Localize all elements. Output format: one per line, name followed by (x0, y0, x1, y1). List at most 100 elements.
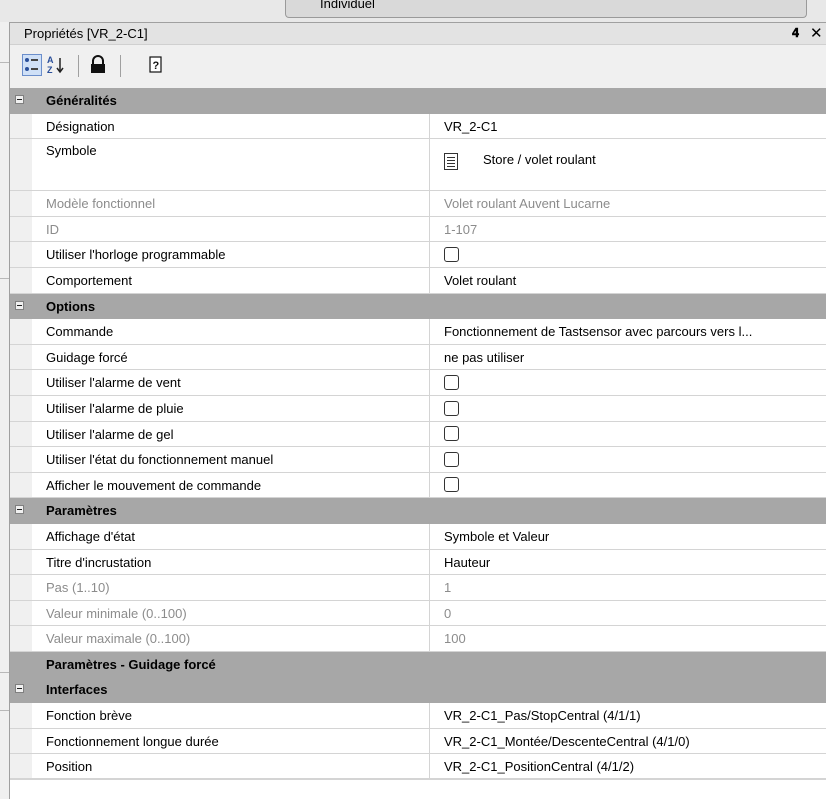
property-row[interactable]: ID 1-107 (10, 216, 826, 243)
row-gutter (10, 421, 32, 447)
collapse-toggle-icon[interactable] (15, 300, 24, 310)
row-gutter (10, 216, 32, 242)
grid-bottom-border (10, 778, 826, 779)
property-value[interactable] (431, 447, 826, 472)
category-label: Paramètres - Guidage forcé (46, 656, 216, 672)
property-row[interactable]: Affichage d'état Symbole et Valeur (10, 523, 826, 550)
property-name: Utiliser l'alarme de gel (32, 421, 430, 447)
properties-header: Propriétés [VR_2-C1] 𝟒 ✕ (10, 23, 826, 45)
property-row[interactable]: Utiliser l'alarme de pluie (10, 395, 826, 422)
property-row[interactable]: Fonctionnement longue durée VR_2-C1_Monté… (10, 728, 826, 755)
property-row[interactable]: Utiliser l'état du fonctionnement manuel (10, 447, 826, 473)
property-value[interactable] (431, 422, 826, 447)
property-checkbox[interactable] (444, 400, 459, 416)
property-value[interactable]: VR_2-C1 (431, 114, 826, 139)
property-row[interactable]: Symbole Store / volet roulant (10, 139, 826, 192)
row-gutter (10, 472, 32, 498)
property-name: Guidage forcé (32, 344, 430, 370)
property-value[interactable] (431, 370, 826, 395)
property-row[interactable]: Commande Fonctionnement de Tastsensor ave… (10, 319, 826, 345)
property-name: Fonctionnement longue durée (32, 728, 430, 754)
category-row[interactable]: Options (10, 293, 826, 320)
category-row[interactable]: Généralités (10, 88, 826, 114)
toolbar-separator (78, 55, 79, 77)
property-checkbox[interactable] (444, 426, 459, 442)
property-name: Position (32, 754, 430, 779)
property-checkbox[interactable] (444, 246, 459, 262)
property-row[interactable]: Pas (1..10) 1 (10, 575, 826, 601)
toolbar-separator (120, 55, 121, 77)
property-row[interactable]: Afficher le mouvement de commande (10, 472, 826, 499)
row-gutter (10, 626, 32, 651)
alphabetical-sort-icon[interactable]: A Z (46, 54, 66, 76)
property-name: Commande (32, 319, 430, 344)
property-value[interactable] (431, 396, 826, 421)
row-gutter (10, 651, 32, 677)
property-row[interactable]: Désignation VR_2-C1 (10, 113, 826, 140)
category-row[interactable]: Paramètres - Guidage forcé (10, 651, 826, 678)
property-value: 1-107 (444, 221, 478, 237)
property-name: Utiliser l'alarme de vent (32, 370, 430, 395)
property-row[interactable]: Modèle fonctionnel Volet roulant Auvent L… (10, 191, 826, 217)
lock-icon[interactable] (88, 54, 108, 76)
category-row[interactable]: Interfaces (10, 677, 826, 704)
property-value: 0 (444, 605, 452, 621)
row-gutter (10, 395, 32, 421)
category-row[interactable]: Paramètres (10, 498, 826, 524)
row-gutter (10, 242, 32, 267)
row-gutter (10, 549, 32, 575)
collapse-toggle-icon[interactable] (15, 505, 24, 515)
property-value[interactable]: VR_2-C1_PositionCentral (4/1/2) (431, 754, 826, 779)
categorized-view-icon[interactable] (22, 54, 42, 76)
property-row[interactable]: Utiliser l'alarme de vent (10, 370, 826, 396)
row-gutter (10, 523, 32, 549)
shutter-icon (444, 153, 458, 171)
property-value[interactable]: VR_2-C1_Montée/DescenteCentral (4/1/0) (431, 729, 826, 754)
row-gutter (10, 677, 32, 703)
collapse-toggle-icon[interactable] (15, 95, 24, 104)
property-value[interactable]: Fonctionnement de Tastsensor avec parcou… (431, 319, 826, 344)
symbol-label: Store / volet roulant (483, 152, 596, 168)
property-value[interactable] (431, 242, 826, 267)
property-row[interactable]: Position VR_2-C1_PositionCentral (4/1/2) (10, 754, 826, 780)
property-name: Désignation (32, 113, 430, 139)
property-row[interactable]: Valeur minimale (0..100) 0 (10, 600, 826, 627)
panel-title: Propriétés [VR_2-C1] (24, 26, 148, 41)
property-row[interactable]: Utiliser l'horloge programmable (10, 242, 826, 268)
property-name: Fonction brève (32, 703, 430, 728)
tab-label: Individuel (320, 0, 375, 11)
property-row[interactable]: Guidage forcé ne pas utiliser (10, 344, 826, 371)
left-panel-edge (0, 22, 10, 799)
property-value[interactable]: VR_2-C1_Pas/StopCentral (4/1/1) (431, 703, 826, 728)
property-checkbox[interactable] (444, 451, 459, 467)
property-value[interactable]: ne pas utiliser (431, 345, 826, 370)
property-checkbox[interactable] (444, 477, 459, 493)
property-name: Utiliser l'état du fonctionnement manuel (32, 447, 430, 472)
row-gutter (10, 88, 32, 113)
close-icon[interactable]: ✕ (810, 24, 823, 42)
property-value[interactable] (431, 473, 826, 498)
property-name: Comportement (32, 267, 430, 293)
help-icon[interactable]: ? (146, 54, 166, 76)
pin-icon[interactable]: 𝟒 (792, 25, 799, 41)
tab-individuel[interactable]: Individuel (285, 0, 807, 18)
property-value[interactable]: Hauteur (431, 550, 826, 575)
row-gutter (10, 344, 32, 370)
category-label: Paramètres (46, 503, 117, 519)
property-row[interactable]: Utiliser l'alarme de gel (10, 421, 826, 448)
property-name: ID (32, 216, 430, 242)
property-row[interactable]: Fonction brève VR_2-C1_Pas/StopCentral (4… (10, 703, 826, 729)
collapse-toggle-icon[interactable] (15, 684, 24, 694)
property-value[interactable]: Symbole et Valeur (431, 524, 826, 549)
property-value[interactable]: Volet roulant (431, 268, 826, 293)
property-row[interactable]: Valeur maximale (0..100) 100 (10, 626, 826, 652)
property-row[interactable]: Comportement Volet roulant (10, 267, 826, 294)
property-name: Utiliser l'alarme de pluie (32, 395, 430, 421)
row-gutter (10, 267, 32, 293)
category-label: Options (46, 298, 96, 314)
property-value[interactable]: Store / volet roulant (431, 139, 826, 190)
svg-text:A: A (47, 55, 54, 65)
property-checkbox[interactable] (444, 374, 459, 390)
row-gutter (10, 728, 32, 754)
property-row[interactable]: Titre d'incrustation Hauteur (10, 549, 826, 576)
